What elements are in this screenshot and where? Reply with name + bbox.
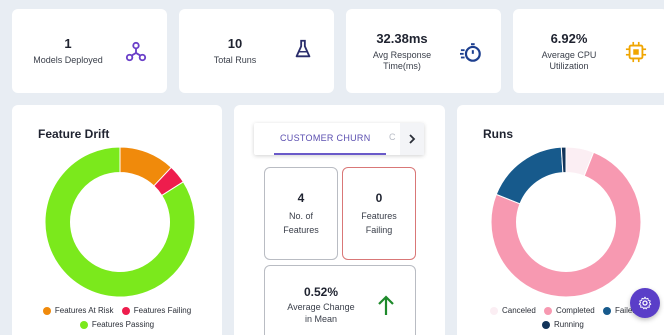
kpi-value: 1 xyxy=(64,36,72,51)
legend-item-failing[interactable]: Features Failing xyxy=(121,305,191,317)
settings-fab-button[interactable] xyxy=(630,288,660,318)
stat-value: 0.52% xyxy=(303,285,339,299)
stat-card-no-of-features: 4 No. of Features xyxy=(264,167,338,260)
stat-card-features-failing: 0 Features Failing xyxy=(342,167,416,260)
model-network-icon xyxy=(125,41,147,62)
legend-item-canceled[interactable]: Canceled xyxy=(490,305,536,317)
model-tab-bar: CUSTOMER CHURN C xyxy=(254,123,424,155)
stat-value: 0 xyxy=(375,190,383,205)
kpi-value: 6.92% xyxy=(550,30,588,46)
feature-drift-donut xyxy=(45,147,195,297)
flask-icon xyxy=(295,39,311,58)
kpi-card-models-deployed: 1 Models Deployed xyxy=(12,9,167,93)
stat-label: Average Change in Mean xyxy=(287,302,355,324)
feature-drift-legend: Features At Risk Features Failing Featur… xyxy=(12,305,222,333)
kpi-label: Models Deployed xyxy=(33,55,103,65)
donut-slice-failed[interactable] xyxy=(495,147,564,205)
stat-label: No. of Features xyxy=(283,210,319,235)
stat-label: Features Failing xyxy=(361,210,397,235)
tab-scroll-right-button[interactable] xyxy=(400,123,424,155)
gear-icon xyxy=(638,296,652,310)
stat-card-average-change-in-mean: 0.52% Average Change in Mean xyxy=(264,265,416,335)
card-title: Feature Drift xyxy=(38,127,110,141)
legend-item-at-risk[interactable]: Features At Risk xyxy=(42,305,114,317)
runs-donut xyxy=(491,147,641,297)
kpi-label: Total Runs xyxy=(213,55,257,65)
chevron-right-icon xyxy=(409,134,416,144)
legend-item-completed[interactable]: Completed xyxy=(544,305,595,317)
stopwatch-icon xyxy=(460,43,481,62)
kpi-value: 10 xyxy=(227,36,243,51)
arrow-up-icon xyxy=(378,295,394,315)
stat-value: 4 xyxy=(297,190,305,205)
legend-item-passing[interactable]: Features Passing xyxy=(79,319,154,331)
kpi-label: Avg Response Time(ms) xyxy=(372,49,432,71)
kpi-card-avg-response-time: 32.38ms Avg Response Time(ms) xyxy=(346,9,501,93)
feature-drift-card: Feature Drift Features At Risk Features … xyxy=(12,105,222,335)
kpi-value: 32.38ms xyxy=(376,30,428,46)
tab-customer-churn[interactable]: CUSTOMER CHURN xyxy=(280,133,371,143)
cpu-chip-icon xyxy=(625,41,647,63)
active-tab-indicator xyxy=(274,153,386,155)
kpi-card-average-cpu-utilization: 6.92% Average CPU Utilization xyxy=(513,9,664,93)
kpi-card-total-runs: 10 Total Runs xyxy=(179,9,334,93)
kpi-label: Average CPU Utilization xyxy=(541,49,597,71)
legend-item-running[interactable]: Running xyxy=(542,319,584,331)
model-summary-card: CUSTOMER CHURN C 4 No. of Features 0 Feat… xyxy=(234,105,445,335)
card-title: Runs xyxy=(483,127,513,141)
tab-next-partial[interactable]: C xyxy=(389,132,396,142)
